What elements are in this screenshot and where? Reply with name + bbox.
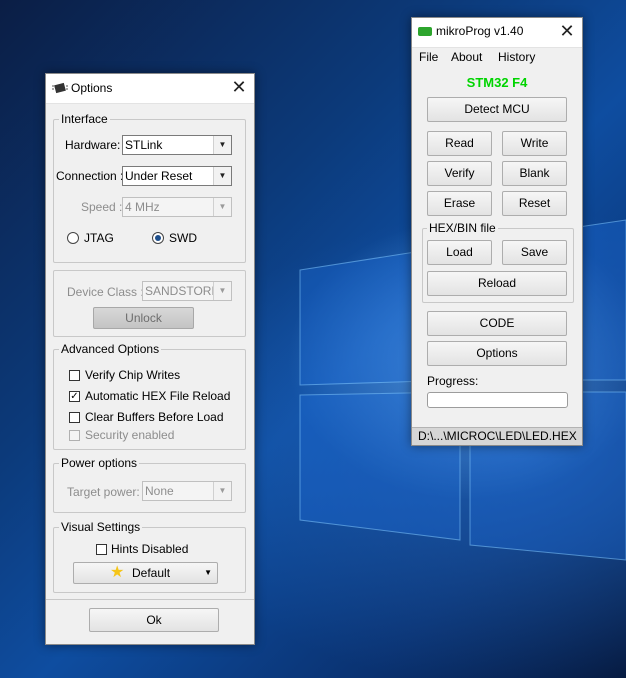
ok-button[interactable]: Ok xyxy=(89,608,219,632)
chevron-down-icon: ▼ xyxy=(213,282,231,300)
code-button[interactable]: CODE xyxy=(427,311,567,336)
mikroprog-title: mikroProg v1.40 xyxy=(436,24,524,38)
hardware-value: STLink xyxy=(125,138,163,152)
erase-button[interactable]: Erase xyxy=(427,191,492,216)
menu-history[interactable]: History xyxy=(498,50,535,64)
advanced-options-group: Advanced Options Verify Chip Writes ✓ Au… xyxy=(53,342,246,450)
default-theme-dropdown-button[interactable]: ★ Default ▼ xyxy=(73,562,218,584)
options-title: Options xyxy=(71,81,113,95)
status-bar: D:\...\MICROC\LED\LED.HEX xyxy=(412,427,582,445)
mikroprog-app-icon xyxy=(418,27,432,36)
star-icon: ★ xyxy=(110,564,125,581)
menu-bar: File About History xyxy=(412,48,582,68)
mcu-name: STM32 F4 xyxy=(466,75,528,90)
hexbin-group: HEX/BIN file Load Save Reload xyxy=(422,221,574,303)
blank-button[interactable]: Blank xyxy=(502,161,567,186)
progress-bar xyxy=(427,392,568,408)
hints-disabled-checkbox[interactable] xyxy=(96,544,107,555)
speed-select: 4 MHz ▼ xyxy=(122,197,232,217)
interface-group: Interface Hardware: STLink ▼ Connection … xyxy=(53,112,246,263)
clear-buffers-label[interactable]: Clear Buffers Before Load xyxy=(85,410,224,424)
clear-buffers-checkbox[interactable] xyxy=(69,412,80,423)
target-power-select: None ▼ xyxy=(142,481,232,501)
device-class-value: SANDSTORM xyxy=(145,284,222,298)
hardware-label: Hardware: xyxy=(65,138,121,152)
connection-value: Under Reset xyxy=(125,169,193,183)
target-power-label: Target power: xyxy=(67,485,140,499)
mikroprog-titlebar[interactable]: mikroProg v1.40 ✕ xyxy=(412,18,582,48)
chevron-down-icon: ▼ xyxy=(213,482,231,500)
device-class-select: SANDSTORM ▼ xyxy=(142,281,232,301)
detect-mcu-button[interactable]: Detect MCU xyxy=(427,97,567,122)
auto-hex-reload-label[interactable]: Automatic HEX File Reload xyxy=(85,389,230,403)
reload-button[interactable]: Reload xyxy=(427,271,567,296)
visual-settings-group: Visual Settings Hints Disabled ★ Default… xyxy=(53,520,246,593)
options-window: Options ✕ Interface Hardware: STLink ▼ C… xyxy=(45,73,255,645)
mikroprog-window: mikroProg v1.40 ✕ File About History STM… xyxy=(411,17,583,446)
options-titlebar[interactable]: Options ✕ xyxy=(46,74,254,104)
menu-file[interactable]: File xyxy=(419,50,438,64)
write-button[interactable]: Write xyxy=(502,131,567,156)
options-close-button[interactable]: ✕ xyxy=(224,74,254,103)
options-button[interactable]: Options xyxy=(427,341,567,366)
progress-label: Progress: xyxy=(427,374,479,388)
default-theme-label: Default xyxy=(132,566,171,580)
mikroprog-close-button[interactable]: ✕ xyxy=(552,18,582,47)
device-class-label: Device Class : xyxy=(67,285,144,299)
chevron-down-icon: ▼ xyxy=(213,136,231,154)
jtag-radio[interactable] xyxy=(67,232,79,244)
save-button[interactable]: Save xyxy=(502,240,567,265)
swd-label[interactable]: SWD xyxy=(169,231,197,245)
reset-button[interactable]: Reset xyxy=(502,191,567,216)
device-group: Device Class : SANDSTORM ▼ Unlock xyxy=(53,270,246,337)
speed-label: Speed : xyxy=(81,200,123,214)
jtag-label[interactable]: JTAG xyxy=(84,231,114,245)
visual-settings-label: Visual Settings xyxy=(59,520,143,534)
menu-about[interactable]: About xyxy=(451,50,482,64)
chevron-down-icon: ▼ xyxy=(213,198,231,216)
security-enabled-label: Security enabled xyxy=(85,428,175,442)
hints-disabled-label[interactable]: Hints Disabled xyxy=(111,542,188,556)
speed-value: 4 MHz xyxy=(125,200,160,214)
status-file-path: D:\...\MICROC\LED\LED.HEX xyxy=(418,429,577,443)
target-power-value: None xyxy=(145,484,174,498)
hexbin-group-label: HEX/BIN file xyxy=(427,221,498,235)
divider xyxy=(46,599,254,600)
connection-label: Connection : xyxy=(56,169,124,183)
connection-select[interactable]: Under Reset ▼ xyxy=(122,166,232,186)
auto-hex-reload-checkbox[interactable]: ✓ xyxy=(69,391,80,402)
advanced-options-label: Advanced Options xyxy=(59,342,162,356)
verify-chip-writes-checkbox[interactable] xyxy=(69,370,80,381)
radio-selected-dot xyxy=(155,235,161,241)
chip-icon xyxy=(52,82,68,97)
read-button[interactable]: Read xyxy=(427,131,492,156)
caret-down-icon: ▼ xyxy=(204,568,212,577)
unlock-button: Unlock xyxy=(93,307,194,329)
power-options-label: Power options xyxy=(59,456,140,470)
hardware-select[interactable]: STLink ▼ xyxy=(122,135,232,155)
swd-radio[interactable] xyxy=(152,232,164,244)
chevron-down-icon: ▼ xyxy=(213,167,231,185)
power-options-group: Power options Target power: None ▼ xyxy=(53,456,246,513)
verify-button[interactable]: Verify xyxy=(427,161,492,186)
interface-group-label: Interface xyxy=(59,112,110,126)
load-button[interactable]: Load xyxy=(427,240,492,265)
security-enabled-checkbox xyxy=(69,430,80,441)
verify-chip-writes-label[interactable]: Verify Chip Writes xyxy=(85,368,180,382)
